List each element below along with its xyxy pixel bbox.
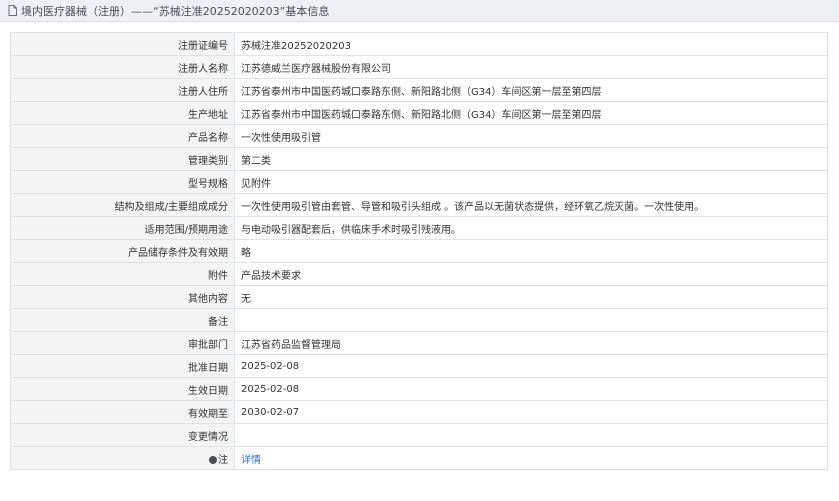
table-row-effective-date: 生效日期 2025-02-08 [10, 377, 828, 401]
field-value-change-status [234, 423, 828, 447]
field-label: 注册人住所 [10, 78, 235, 102]
field-label: 附件 [10, 262, 235, 286]
field-value-storage-validity: 略 [234, 239, 828, 263]
table-row-attachment: 附件 产品技术要求 [10, 262, 828, 286]
table-row-approval-department: 审批部门 江苏省药品监督管理局 [10, 331, 828, 355]
table-row-product-name: 产品名称 一次性使用吸引管 [10, 124, 828, 148]
field-label: 管理类别 [10, 147, 235, 171]
table-row-intended-use: 适用范围/预期用途 与电动吸引器配套后，供临床手术时吸引残液用。 [10, 216, 828, 240]
note-label: 注 [218, 454, 228, 466]
field-label: 备注 [10, 308, 235, 332]
field-value-product-name: 一次性使用吸引管 [234, 124, 828, 148]
field-value-effective-date: 2025-02-08 [234, 377, 828, 401]
table-row-production-address: 生产地址 江苏省泰州市中国医药城口泰路东侧、新阳路北侧（G34）车间区第一层至第… [10, 101, 828, 125]
page-title: 境内医疗器械（注册）——“苏械注准20252020203”基本信息 [21, 4, 330, 18]
field-value-other-content: 无 [234, 285, 828, 309]
note-value-cell: 详情 [234, 446, 828, 470]
table-row-other-content: 其他内容 无 [10, 285, 828, 309]
table-row-valid-until: 有效期至 2030-02-07 [10, 400, 828, 424]
table-row-note: 注 详情 [10, 446, 828, 470]
field-label: 变更情况 [10, 423, 235, 447]
field-value-structure-composition: 一次性使用吸引管由套管、导管和吸引头组成 。该产品以无菌状态提供，经环氧乙烷灭菌… [234, 193, 828, 217]
field-value-registrant-name: 江苏德威兰医疗器械股份有限公司 [234, 55, 828, 79]
field-label: 产品名称 [10, 124, 235, 148]
field-value-registrant-address: 江苏省泰州市中国医药城口泰路东侧、新阳路北侧（G34）车间区第一层至第四层 [234, 78, 828, 102]
field-value-production-address: 江苏省泰州市中国医药城口泰路东侧、新阳路北侧（G34）车间区第一层至第四层 [234, 101, 828, 125]
details-link[interactable]: 详情 [241, 455, 261, 466]
table-row-registrant-name: 注册人名称 江苏德威兰医疗器械股份有限公司 [10, 55, 828, 79]
field-value-intended-use: 与电动吸引器配套后，供临床手术时吸引残液用。 [234, 216, 828, 240]
registration-info-table: 注册证编号 苏械注准20252020203 注册人名称 江苏德威兰医疗器械股份有… [10, 32, 828, 470]
table-row-remarks: 备注 [10, 308, 828, 332]
field-value-approval-date: 2025-02-08 [234, 354, 828, 378]
field-value-remarks [234, 308, 828, 332]
note-label-cell: 注 [10, 446, 235, 470]
field-value-attachment: 产品技术要求 [234, 262, 828, 286]
document-icon [8, 5, 17, 16]
field-label: 批准日期 [10, 354, 235, 378]
page-header: 境内医疗器械（注册）——“苏械注准20252020203”基本信息 [0, 0, 839, 22]
table-row-model-spec: 型号规格 见附件 [10, 170, 828, 194]
field-label: 生效日期 [10, 377, 235, 401]
field-value-registration-number: 苏械注准20252020203 [234, 32, 828, 56]
field-label: 产品储存条件及有效期 [10, 239, 235, 263]
field-label: 生产地址 [10, 101, 235, 125]
field-label: 注册证编号 [10, 32, 235, 56]
field-label: 有效期至 [10, 400, 235, 424]
field-value-management-category: 第二类 [234, 147, 828, 171]
field-value-valid-until: 2030-02-07 [234, 400, 828, 424]
field-label: 审批部门 [10, 331, 235, 355]
field-label: 型号规格 [10, 170, 235, 194]
field-label: 注册人名称 [10, 55, 235, 79]
field-label: 适用范围/预期用途 [10, 216, 235, 240]
field-label: 其他内容 [10, 285, 235, 309]
field-value-approval-department: 江苏省药品监督管理局 [234, 331, 828, 355]
table-row-approval-date: 批准日期 2025-02-08 [10, 354, 828, 378]
table-row-registrant-address: 注册人住所 江苏省泰州市中国医药城口泰路东侧、新阳路北侧（G34）车间区第一层至… [10, 78, 828, 102]
field-value-model-spec: 见附件 [234, 170, 828, 194]
field-label: 结构及组成/主要组成成分 [10, 193, 235, 217]
table-row-change-status: 变更情况 [10, 423, 828, 447]
pin-icon [209, 455, 217, 464]
table-row-storage-validity: 产品储存条件及有效期 略 [10, 239, 828, 263]
table-row-registration-number: 注册证编号 苏械注准20252020203 [10, 32, 828, 56]
table-row-management-category: 管理类别 第二类 [10, 147, 828, 171]
table-row-structure-composition: 结构及组成/主要组成成分 一次性使用吸引管由套管、导管和吸引头组成 。该产品以无… [10, 193, 828, 217]
